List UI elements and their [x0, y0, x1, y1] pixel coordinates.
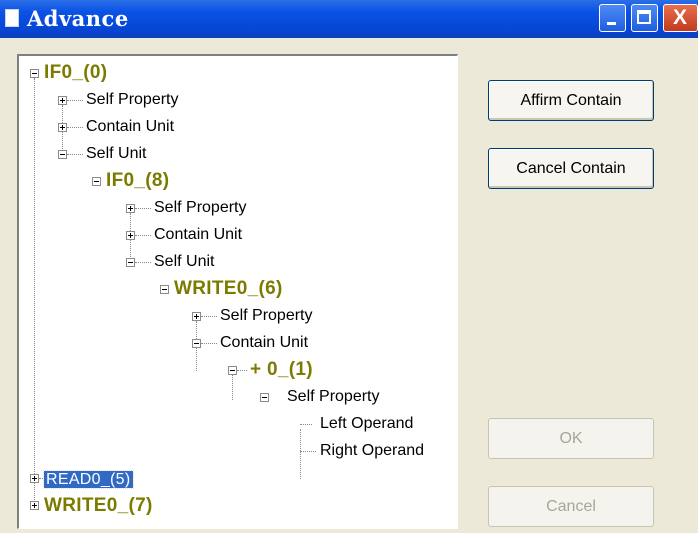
tree-node-self-property[interactable]: Self Property — [86, 91, 178, 109]
tree-node-write0-7[interactable]: WRITE0_(7) — [44, 496, 153, 516]
tree-line — [201, 316, 217, 317]
tree-node-self-unit[interactable]: Self Unit — [154, 253, 214, 271]
tree-line — [67, 127, 83, 128]
expand-icon[interactable] — [192, 312, 201, 321]
maximize-button[interactable] — [631, 4, 658, 32]
tree-line — [300, 451, 316, 452]
title-bar[interactable]: Advance X — [0, 0, 698, 38]
window-title: Advance — [27, 6, 129, 31]
tree-node-if0-0[interactable]: IF0_(0) — [44, 63, 107, 83]
collapse-icon[interactable] — [30, 69, 39, 78]
cancel-button[interactable]: Cancel — [488, 486, 654, 527]
tree-node-plus0-1[interactable]: + 0_(1) — [250, 360, 313, 380]
tree-line — [135, 235, 151, 236]
expand-icon[interactable] — [30, 501, 39, 510]
minimize-button[interactable] — [599, 4, 626, 32]
tree-line — [201, 343, 217, 344]
tree-node-if0-8[interactable]: IF0_(8) — [106, 171, 169, 191]
collapse-icon[interactable] — [260, 393, 269, 402]
tree-line — [300, 424, 312, 425]
tree-node-contain-unit[interactable]: Contain Unit — [154, 226, 242, 244]
tree-node-self-unit[interactable]: Self Unit — [86, 145, 146, 163]
tree-node-left-operand[interactable]: Left Operand — [320, 415, 413, 433]
ok-button[interactable]: OK — [488, 418, 654, 459]
maximize-icon — [637, 10, 651, 24]
tree-line — [67, 100, 83, 101]
expand-icon[interactable] — [58, 123, 67, 132]
tree-node-write0-6[interactable]: WRITE0_(6) — [174, 279, 283, 299]
collapse-icon[interactable] — [192, 339, 201, 348]
tree-node-read0-5[interactable]: READ0_(5) — [43, 469, 134, 489]
expand-icon[interactable] — [126, 231, 135, 240]
tree-line — [67, 154, 83, 155]
collapse-icon[interactable] — [58, 150, 67, 159]
window-icon — [5, 9, 19, 27]
tree-node-self-property[interactable]: Self Property — [287, 388, 379, 406]
collapse-icon[interactable] — [126, 258, 135, 267]
tree-line — [135, 208, 151, 209]
expand-icon[interactable] — [58, 96, 67, 105]
tree-line — [135, 262, 151, 263]
tree-node-contain-unit[interactable]: Contain Unit — [86, 118, 174, 136]
close-icon: X — [673, 6, 688, 29]
tree-line — [34, 78, 35, 502]
tree-line — [237, 370, 247, 371]
tree-node-self-property[interactable]: Self Property — [154, 199, 246, 217]
expand-icon[interactable] — [30, 474, 39, 483]
affirm-contain-button[interactable]: Affirm Contain — [488, 80, 654, 121]
tree-node-read0-5-label[interactable]: READ0_(5) — [43, 470, 134, 489]
collapse-icon[interactable] — [160, 285, 169, 294]
tree-view[interactable]: IF0_(0) Self Property Contain Unit Self … — [17, 54, 458, 529]
cancel-contain-button[interactable]: Cancel Contain — [488, 148, 654, 189]
collapse-icon[interactable] — [92, 177, 101, 186]
close-button[interactable]: X — [663, 4, 698, 32]
minimize-icon — [607, 22, 616, 25]
tree-line — [232, 375, 233, 400]
collapse-icon[interactable] — [228, 366, 237, 375]
expand-icon[interactable] — [126, 204, 135, 213]
tree-node-right-operand[interactable]: Right Operand — [320, 442, 424, 460]
tree-line — [300, 429, 301, 479]
tree-node-self-property[interactable]: Self Property — [220, 307, 312, 325]
tree-node-contain-unit[interactable]: Contain Unit — [220, 334, 308, 352]
